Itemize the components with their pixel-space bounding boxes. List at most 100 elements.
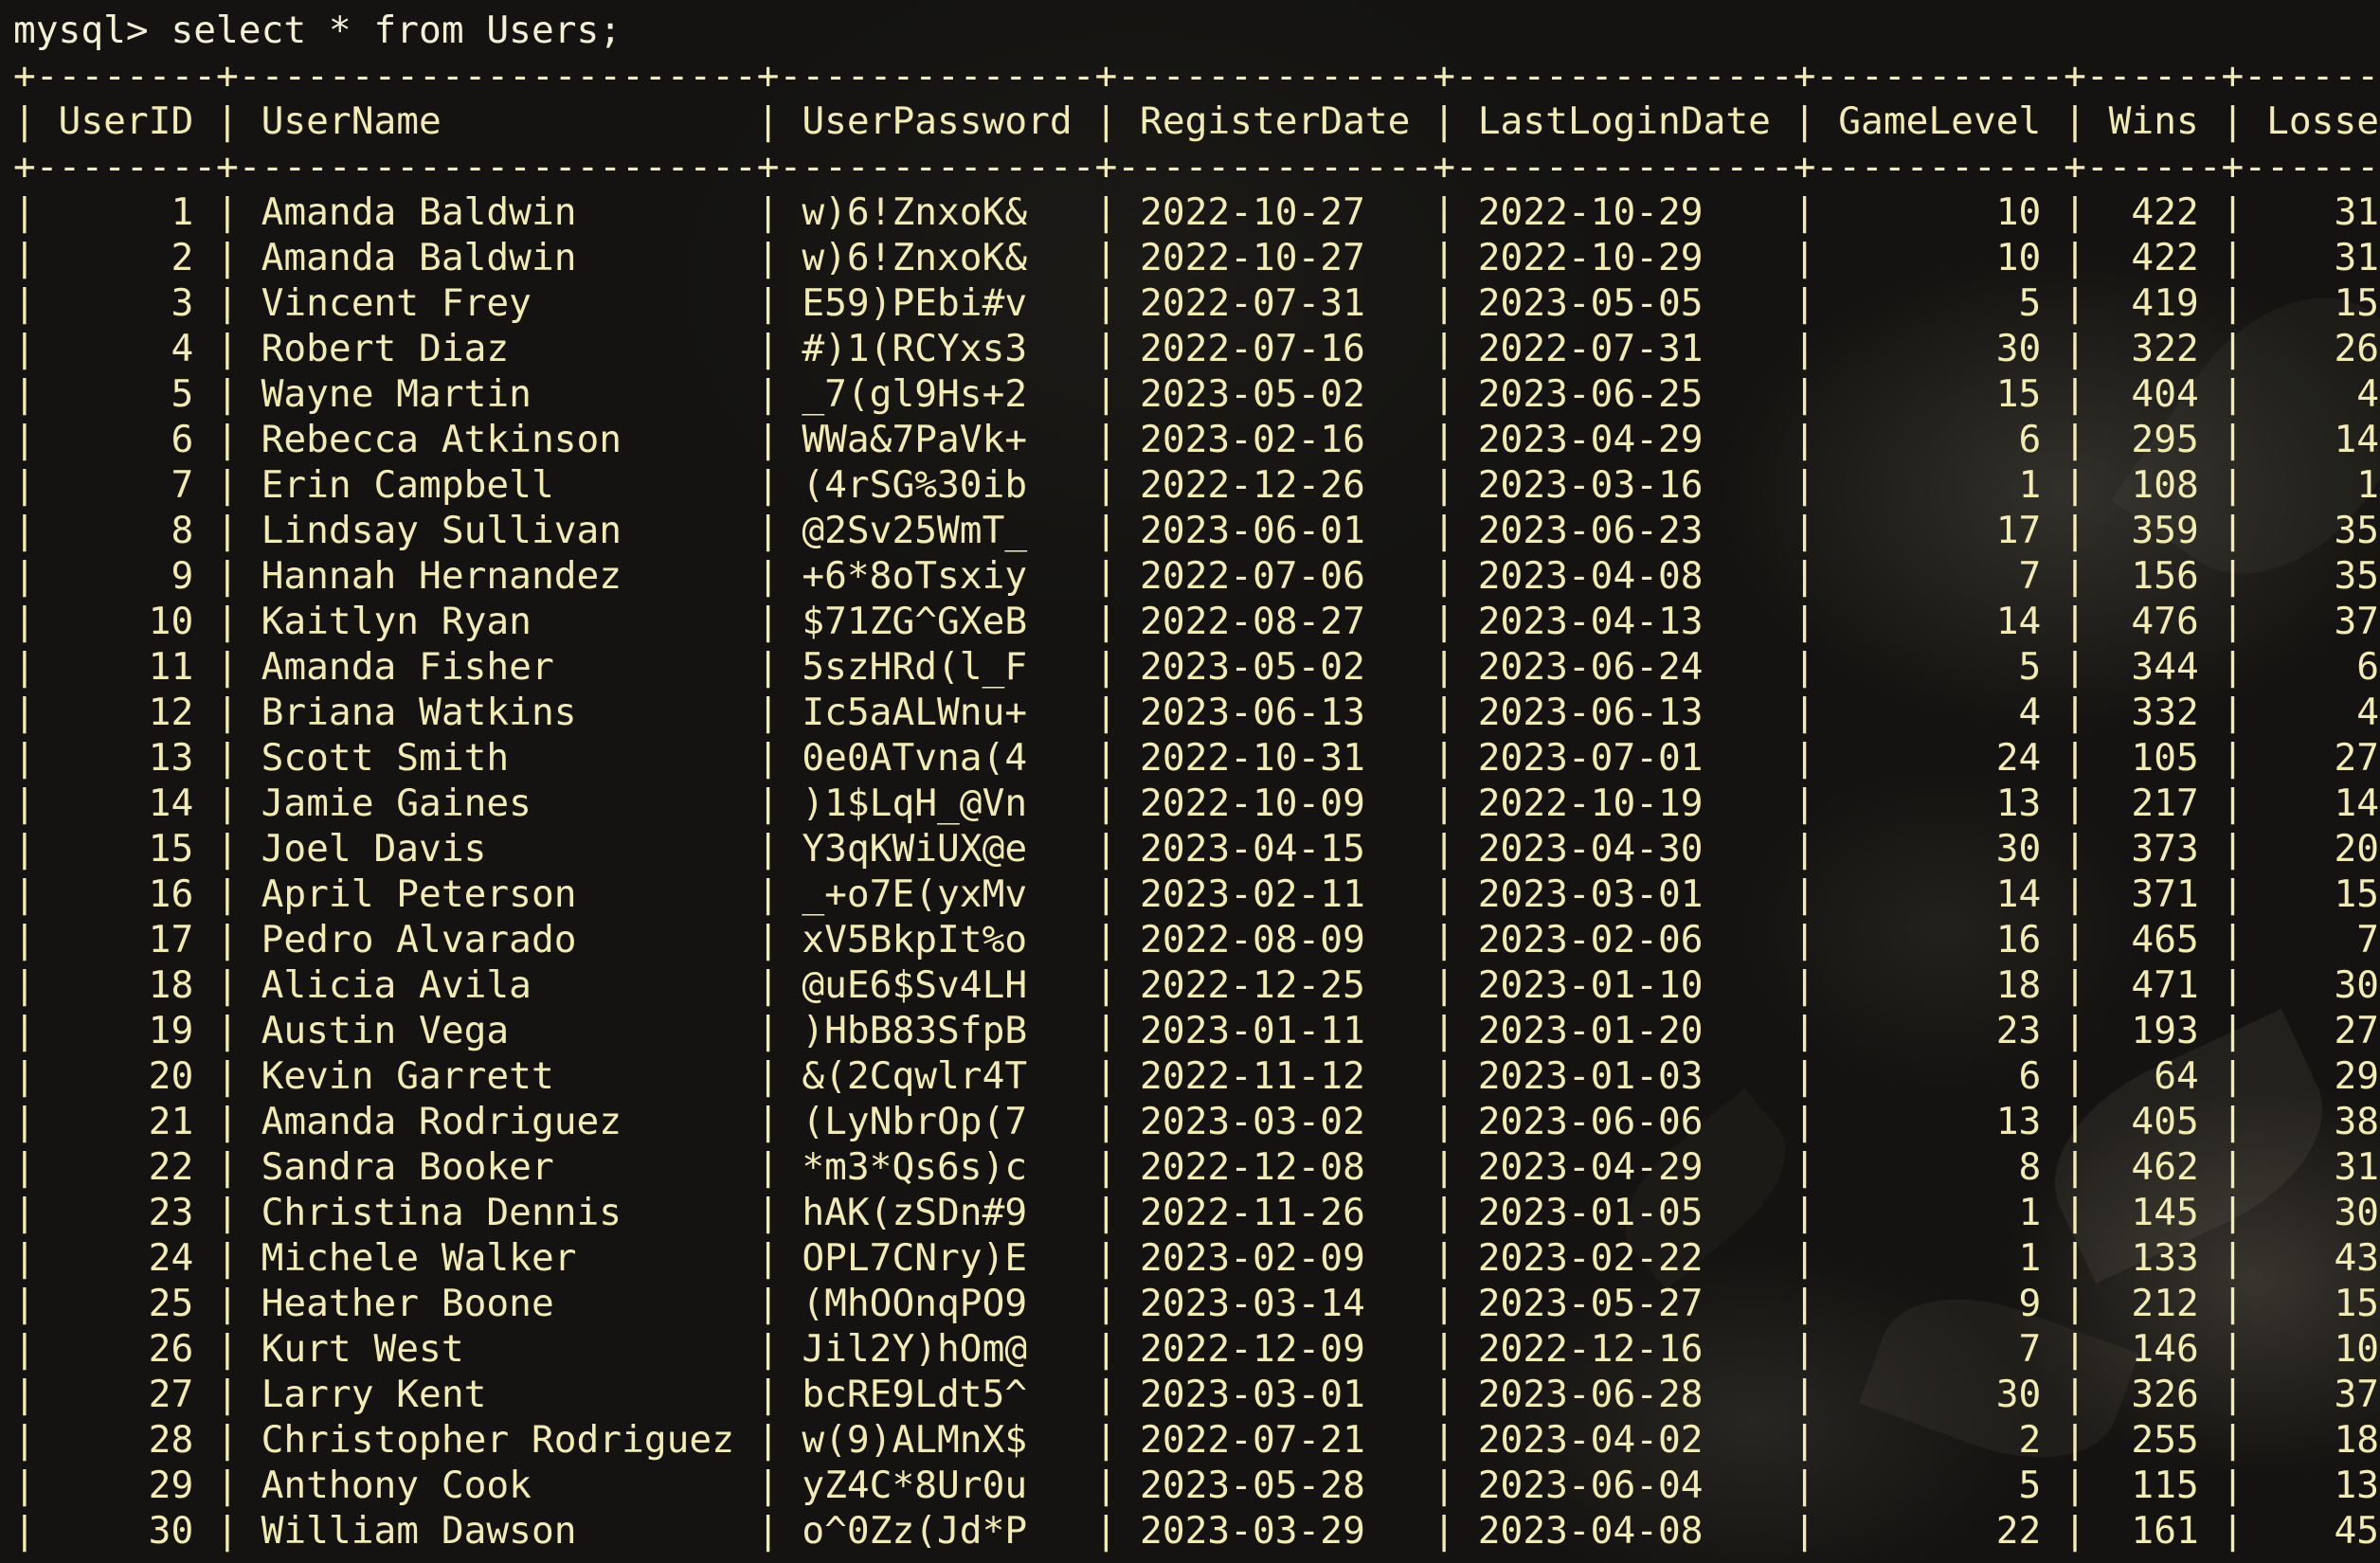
- cell-user-id: 22: [35, 1145, 217, 1189]
- table-row: | 7 | Erin Campbell | (4rSG%30ib | 2022-…: [13, 462, 2380, 508]
- cell-wins: 145: [2085, 1191, 2222, 1234]
- cell-losses: 154: [2334, 872, 2380, 916]
- cell-register-date: 2023-03-29: [1117, 1509, 1433, 1553]
- cell-user-password: OPL7CNry)E: [779, 1236, 1095, 1280]
- cell-last-login-date: 2023-04-29: [1455, 1145, 1794, 1189]
- table-row: | 5 | Wayne Martin | _7(gl9Hs+2 | 2023-0…: [13, 371, 2380, 417]
- cell-losses: 60: [2356, 645, 2380, 689]
- cell-user-password: (LyNbrOp(7: [779, 1100, 1095, 1143]
- mysql-prompt: mysql>: [13, 9, 149, 52]
- cell-last-login-date: 2023-06-04: [1455, 1464, 1794, 1507]
- column-header-wins: Wins: [2085, 99, 2222, 143]
- cell-register-date: 2022-12-26: [1117, 463, 1433, 507]
- column-header-losses: Losses: [2266, 99, 2380, 143]
- cell-user-password: *m3*Qs6s)c: [779, 1145, 1095, 1189]
- terminal-output[interactable]: mysql> select * from Users; +--------+---…: [13, 8, 2380, 1554]
- cell-register-date: 2022-12-09: [1117, 1327, 1433, 1371]
- cell-user-id: 3: [35, 281, 217, 325]
- cell-game-level: 6: [1815, 418, 2064, 461]
- table-border-middle: +--------+-----------------------+------…: [13, 145, 2380, 189]
- cell-wins: 193: [2085, 1009, 2222, 1052]
- table-row: | 2 | Amanda Baldwin | w)6!ZnxoK& | 2022…: [13, 235, 2380, 280]
- cell-user-name: Christina Dennis: [238, 1191, 757, 1234]
- cell-user-password: Y3qKWiUX@e: [779, 827, 1095, 871]
- cell-user-id: 30: [35, 1509, 217, 1553]
- cell-wins: 419: [2085, 281, 2222, 325]
- cell-losses: 276: [2334, 736, 2380, 780]
- cell-user-password: $71ZG^GXeB: [779, 600, 1095, 643]
- cell-user-password: hAK(zSDn#9: [779, 1191, 1095, 1234]
- cell-wins: 64: [2085, 1054, 2222, 1098]
- cell-user-name: Alicia Avila: [238, 963, 757, 1007]
- cell-losses: 267: [2334, 327, 2380, 370]
- cell-losses: 142: [2334, 782, 2380, 825]
- column-header-last-login-date: LastLoginDate: [1455, 99, 1794, 143]
- cell-user-name: Rebecca Atkinson: [238, 418, 757, 461]
- cell-user-password: Jil2Y)hOm@: [779, 1327, 1095, 1371]
- cell-last-login-date: 2023-04-13: [1455, 600, 1794, 643]
- cell-register-date: 2023-03-02: [1117, 1100, 1433, 1143]
- cell-losses: 79: [2356, 918, 2380, 961]
- cell-last-login-date: 2023-01-03: [1455, 1054, 1794, 1098]
- cell-losses: 379: [2334, 1373, 2380, 1416]
- cell-user-name: Hannah Hernandez: [238, 554, 757, 598]
- cell-game-level: 1: [1815, 1236, 2064, 1280]
- cell-game-level: 13: [1815, 1100, 2064, 1143]
- cell-last-login-date: 2022-10-19: [1455, 782, 1794, 825]
- cell-user-id: 27: [35, 1373, 217, 1416]
- cell-last-login-date: 2023-01-10: [1455, 963, 1794, 1007]
- cell-user-password: _+o7E(yxMv: [779, 872, 1095, 916]
- table-row: | 29 | Anthony Cook | yZ4C*8Ur0u | 2023-…: [13, 1463, 2380, 1508]
- cell-user-id: 20: [35, 1054, 217, 1098]
- table-row: | 15 | Joel Davis | Y3qKWiUX@e | 2023-04…: [13, 826, 2380, 871]
- cell-user-name: Jamie Gaines: [238, 782, 757, 825]
- table-row: | 11 | Amanda Fisher | 5szHRd(l_F | 2023…: [13, 644, 2380, 690]
- cell-wins: 465: [2085, 918, 2222, 961]
- cell-register-date: 2022-10-27: [1117, 190, 1433, 234]
- cell-losses: 385: [2334, 1100, 2380, 1143]
- cell-last-login-date: 2023-06-06: [1455, 1100, 1794, 1143]
- column-header-user-id: UserID: [35, 99, 217, 143]
- cell-game-level: 16: [1815, 918, 2064, 961]
- cell-wins: 133: [2085, 1236, 2222, 1280]
- cell-register-date: 2022-10-27: [1117, 236, 1433, 279]
- cell-wins: 359: [2085, 509, 2222, 552]
- cell-last-login-date: 2023-03-16: [1455, 463, 1794, 507]
- cell-last-login-date: 2023-06-25: [1455, 372, 1794, 416]
- cell-last-login-date: 2023-04-02: [1455, 1418, 1794, 1462]
- cell-user-id: 28: [35, 1418, 217, 1462]
- cell-game-level: 30: [1815, 1373, 2064, 1416]
- cell-user-id: 8: [35, 509, 217, 552]
- cell-losses: 436: [2334, 1236, 2380, 1280]
- cell-wins: 255: [2085, 1418, 2222, 1462]
- cell-user-name: Amanda Rodriguez: [238, 1100, 757, 1143]
- cell-game-level: 18: [1815, 963, 2064, 1007]
- command-line: mysql> select * from Users;: [13, 8, 2380, 53]
- cell-losses: 301: [2334, 963, 2380, 1007]
- cell-losses: 318: [2334, 236, 2380, 279]
- cell-user-password: @uE6$Sv4LH: [779, 963, 1095, 1007]
- table-row: | 30 | William Dawson | o^0Zz(Jd*P | 202…: [13, 1508, 2380, 1554]
- cell-losses: 12: [2356, 463, 2380, 507]
- cell-user-name: Christopher Rodriguez: [238, 1418, 757, 1462]
- cell-last-login-date: 2023-04-08: [1455, 554, 1794, 598]
- table-row: | 18 | Alicia Avila | @uE6$Sv4LH | 2022-…: [13, 962, 2380, 1008]
- cell-losses: 270: [2334, 1009, 2380, 1052]
- cell-user-password: bcRE9Ldt5^: [779, 1373, 1095, 1416]
- cell-losses: 102: [2334, 1327, 2380, 1371]
- cell-register-date: 2022-08-27: [1117, 600, 1433, 643]
- cell-game-level: 5: [1815, 281, 2064, 325]
- table-row: | 17 | Pedro Alvarado | xV5BkpIt%o | 202…: [13, 917, 2380, 962]
- cell-last-login-date: 2023-01-20: [1455, 1009, 1794, 1052]
- table-body: | 1 | Amanda Baldwin | w)6!ZnxoK& | 2022…: [13, 189, 2380, 1554]
- table-row: | 6 | Rebecca Atkinson | WWa&7PaVk+ | 20…: [13, 417, 2380, 462]
- cell-user-id: 15: [35, 827, 217, 871]
- table-row: | 14 | Jamie Gaines | )1$LqH_@Vn | 2022-…: [13, 781, 2380, 826]
- cell-register-date: 2023-06-13: [1117, 691, 1433, 734]
- cell-register-date: 2022-12-25: [1117, 963, 1433, 1007]
- cell-game-level: 1: [1815, 463, 2064, 507]
- cell-last-login-date: 2023-05-05: [1455, 281, 1794, 325]
- cell-game-level: 22: [1815, 1509, 2064, 1553]
- cell-last-login-date: 2023-02-22: [1455, 1236, 1794, 1280]
- cell-game-level: 6: [1815, 1054, 2064, 1098]
